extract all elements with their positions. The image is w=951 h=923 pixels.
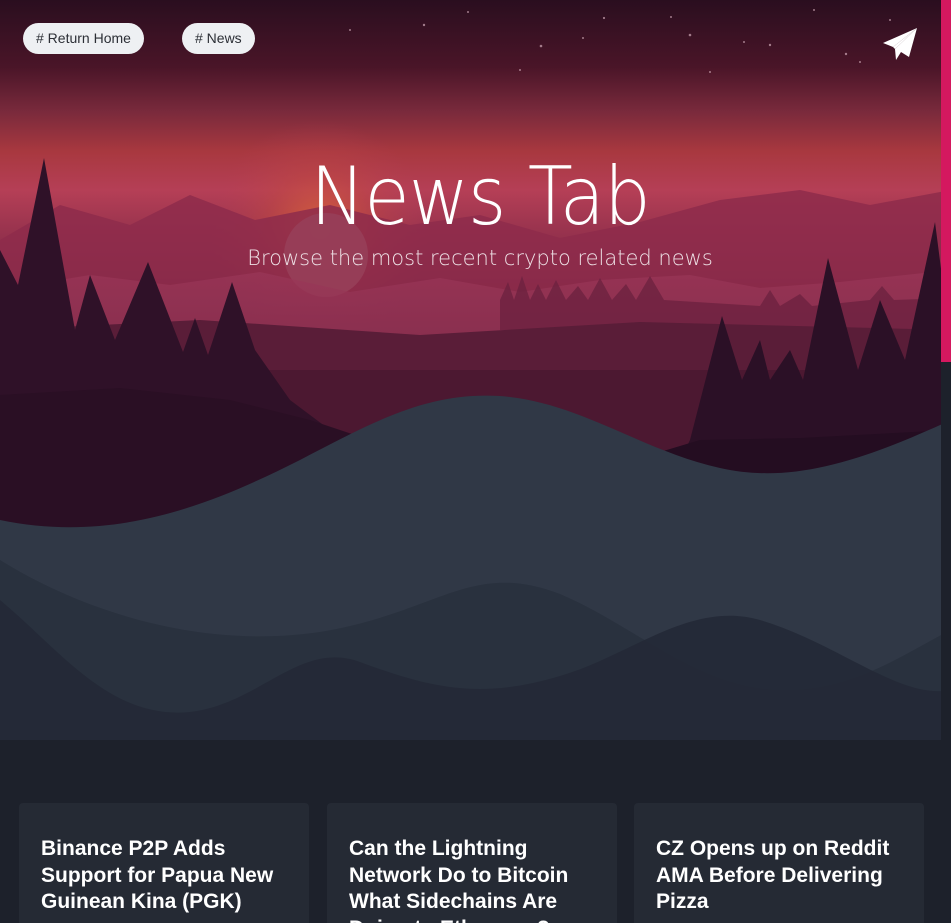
hero-banner: # Return Home # News News Tab Browse the… [0, 0, 951, 923]
return-home-tag-button[interactable]: # Return Home [23, 23, 144, 54]
news-card-title[interactable]: Can the Lightning Network Do to Bitcoin … [349, 836, 595, 923]
scrollbar-thumb[interactable] [941, 0, 951, 362]
paper-plane-icon[interactable] [881, 26, 919, 64]
scrollbar-track[interactable] [941, 362, 951, 923]
news-tag-button[interactable]: # News [182, 23, 255, 54]
page-title: News Tab [310, 150, 650, 243]
news-card[interactable]: Can the Lightning Network Do to Bitcoin … [327, 803, 617, 923]
news-card[interactable]: CZ Opens up on Reddit AMA Before Deliver… [634, 803, 924, 923]
news-card-title[interactable]: Binance P2P Adds Support for Papua New G… [41, 836, 287, 916]
mountain-landscape-illustration [0, 0, 951, 923]
news-card[interactable]: Binance P2P Adds Support for Papua New G… [19, 803, 309, 923]
news-card-title[interactable]: CZ Opens up on Reddit AMA Before Deliver… [656, 836, 902, 916]
page-subtitle: Browse the most recent crypto related ne… [247, 246, 713, 270]
